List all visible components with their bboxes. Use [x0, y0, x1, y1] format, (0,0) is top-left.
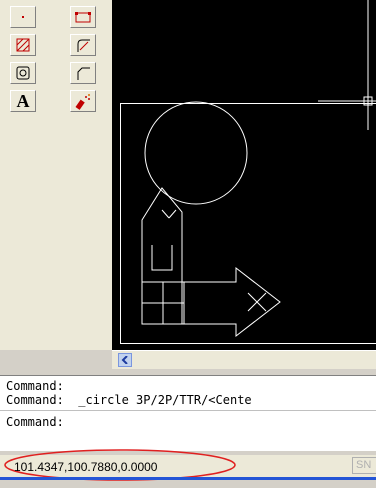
fillet-button[interactable] — [70, 34, 96, 56]
text-icon: A — [16, 91, 30, 111]
hatch-button[interactable] — [10, 34, 36, 56]
hatch-icon — [16, 38, 30, 52]
up-arrow-shape — [141, 187, 183, 325]
draw-toolbar: A — [0, 0, 113, 350]
command-history-line: Command: — [6, 379, 64, 393]
status-bar: 101.4347,100.7880,0.0000 SN — [0, 449, 376, 481]
snap-label: SN — [356, 459, 372, 471]
command-prompt[interactable]: Command: — [6, 415, 64, 429]
point-button[interactable] — [10, 6, 36, 28]
explode-button[interactable] — [70, 90, 96, 112]
coordinate-readout: 101.4347,100.7880,0.0000 — [14, 460, 158, 474]
chevron-left-icon — [121, 356, 128, 364]
explode-icon — [75, 94, 90, 110]
command-history-line: Command: _circle 3P/2P/TTR/<Cente — [6, 393, 252, 407]
crosshair-cursor — [318, 0, 376, 130]
rectangle-button[interactable] — [70, 6, 96, 28]
region-icon — [16, 66, 30, 80]
drawing-viewport[interactable] — [112, 0, 376, 350]
rectangle-icon — [75, 12, 91, 23]
command-window: Command: Command: _circle 3P/2P/TTR/<Cen… — [0, 375, 376, 451]
drawn-circle — [144, 101, 248, 205]
chamfer-button[interactable] — [70, 62, 96, 84]
fillet-icon — [77, 39, 90, 52]
text-button[interactable]: A — [10, 90, 36, 112]
taskbar-edge — [0, 477, 376, 480]
horizontal-scrollbar[interactable] — [112, 350, 376, 369]
snap-toggle[interactable]: SN — [352, 457, 376, 474]
point-icon — [22, 16, 24, 18]
region-button[interactable] — [10, 62, 36, 84]
drawing-canvas[interactable] — [112, 0, 376, 350]
command-divider — [0, 410, 376, 411]
scroll-left-button[interactable] — [118, 353, 132, 367]
right-arrow-shape — [184, 266, 281, 338]
chamfer-icon — [77, 67, 90, 80]
drawing-border — [120, 103, 376, 344]
